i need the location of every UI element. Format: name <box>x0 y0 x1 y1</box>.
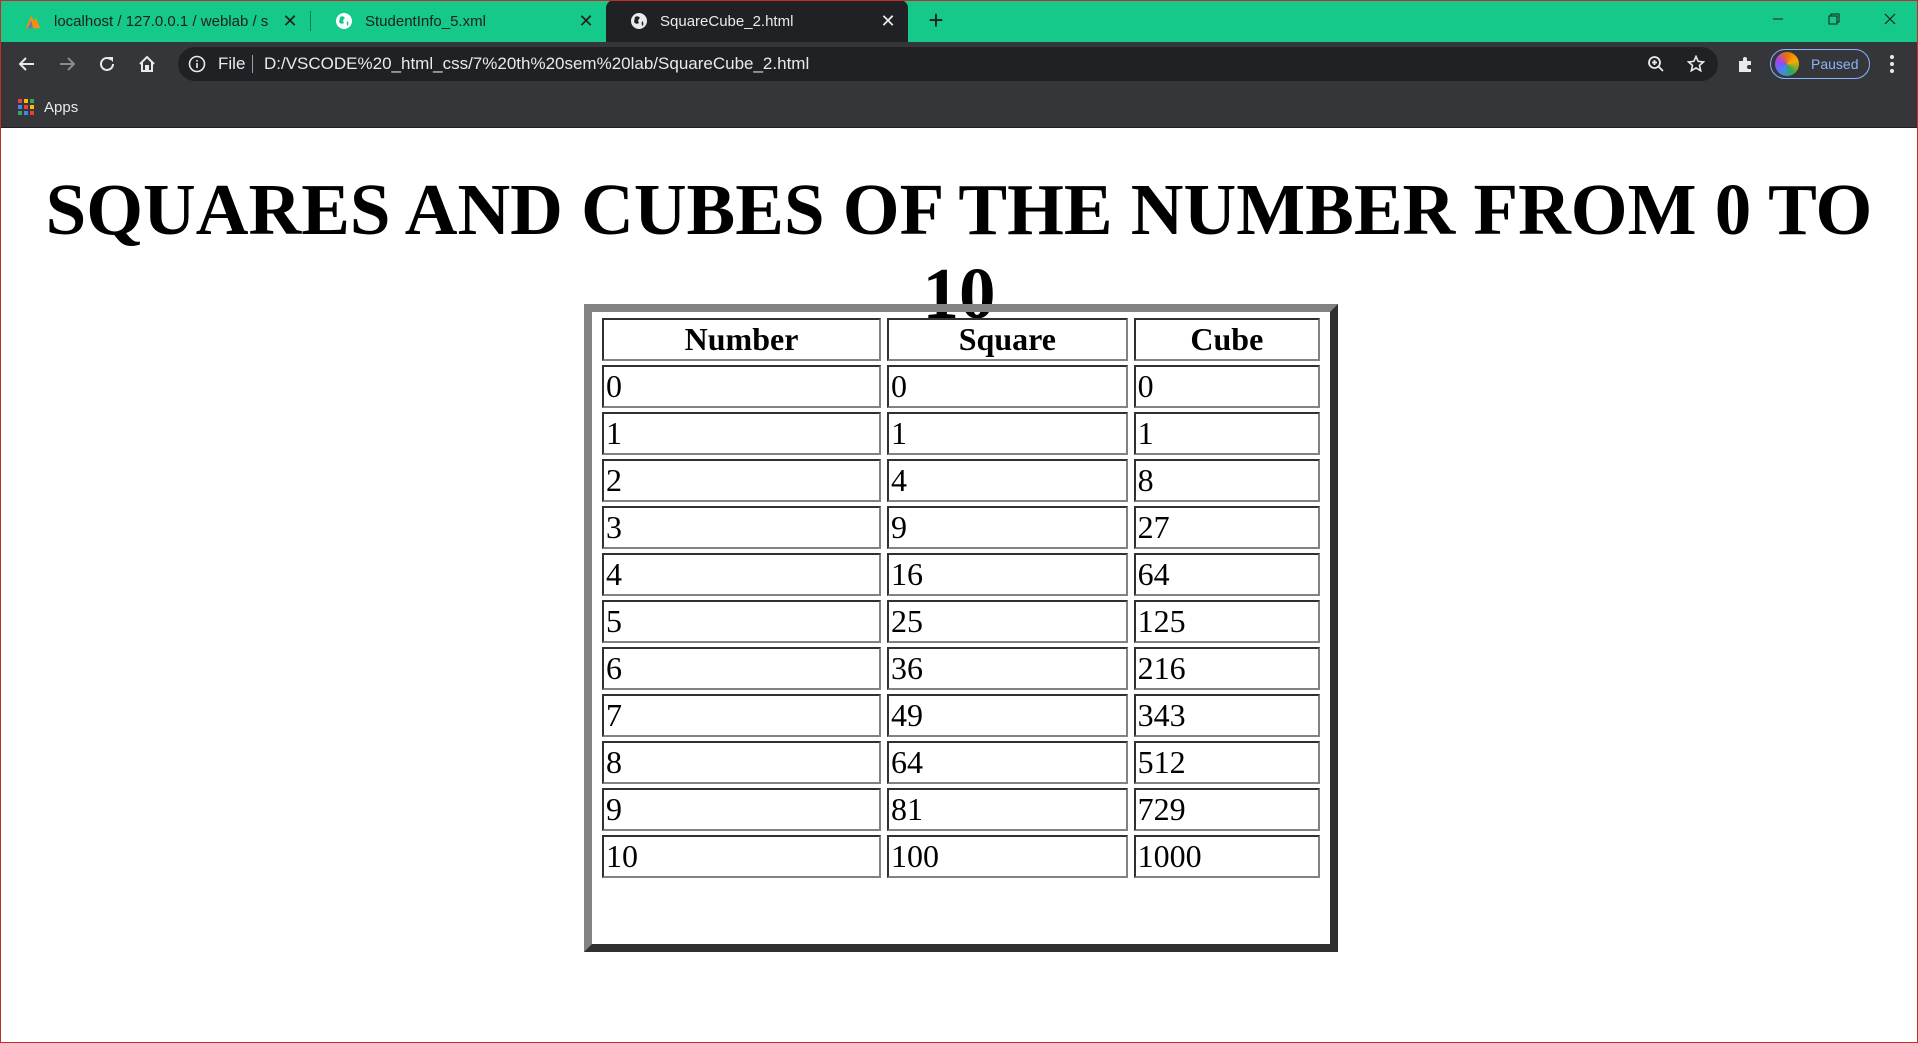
bookmark-star-icon[interactable] <box>1684 52 1708 76</box>
apps-shortcut[interactable]: Apps <box>18 95 78 119</box>
cell-number: 0 <box>602 365 882 408</box>
cell-number: 4 <box>602 553 882 596</box>
globe-icon <box>335 12 353 30</box>
close-tab-icon[interactable]: ✕ <box>576 11 596 31</box>
table-row: 111 <box>602 412 1320 455</box>
profile-status: Paused <box>1811 56 1859 72</box>
zoom-icon[interactable] <box>1644 52 1668 76</box>
tab-title: StudentInfo_5.xml <box>365 12 486 30</box>
table-row: 5 25 125 <box>602 600 1320 643</box>
url-text[interactable]: D:/VSCODE%20_html_css/7%20th%20sem%20lab… <box>264 47 809 81</box>
restore-button[interactable] <box>1806 0 1862 38</box>
cell-cube: 729 <box>1133 788 1320 831</box>
cell-number: 6 <box>602 647 882 690</box>
tab-studentinfo[interactable]: StudentInfo_5.xml ✕ <box>311 0 606 42</box>
menu-icon[interactable] <box>1882 48 1902 80</box>
cell-cube: 8 <box>1133 459 1320 502</box>
cell-cube: 216 <box>1133 647 1320 690</box>
table-row: 8 64 512 <box>602 741 1320 784</box>
tab-phpmyadmin[interactable]: localhost / 127.0.0.1 / weblab / s ✕ <box>0 0 310 42</box>
cell-square: 25 <box>887 600 1128 643</box>
cell-square: 100 <box>887 835 1128 878</box>
column-header-cube: Cube <box>1133 318 1320 361</box>
cell-number: 5 <box>602 600 882 643</box>
column-header-number: Number <box>602 318 882 361</box>
new-tab-button[interactable]: + <box>922 7 950 34</box>
cell-cube: 125 <box>1133 600 1320 643</box>
puzzle-icon <box>1739 57 1751 72</box>
squares-cubes-table: Number Square Cube 000 111 248 3 9 27 4 16 6… <box>584 304 1338 952</box>
globe-icon <box>630 12 648 30</box>
cell-square: 36 <box>887 647 1128 690</box>
scheme-label: File <box>218 54 246 73</box>
cell-number: 7 <box>602 694 882 737</box>
cell-cube: 512 <box>1133 741 1320 784</box>
reload-button[interactable] <box>91 48 123 80</box>
cell-number: 9 <box>602 788 882 831</box>
apps-grid-icon <box>18 99 34 115</box>
cell-cube: 1 <box>1133 412 1320 455</box>
address-divider <box>252 55 253 73</box>
extensions-button[interactable] <box>1730 48 1762 80</box>
minimize-button[interactable] <box>1750 0 1806 38</box>
table-row: 000 <box>602 365 1320 408</box>
cell-number: 3 <box>602 506 882 549</box>
address-bar[interactable]: File D:/VSCODE%20_html_css/7%20th%20sem%… <box>178 47 1718 81</box>
avatar <box>1775 52 1799 76</box>
profile-button[interactable]: Paused <box>1770 49 1870 79</box>
cell-number: 10 <box>602 835 882 878</box>
cell-square: 64 <box>887 741 1128 784</box>
back-button[interactable] <box>11 48 43 80</box>
browser-toolbar: File D:/VSCODE%20_html_css/7%20th%20sem%… <box>0 42 1918 86</box>
forward-arrow-icon <box>60 57 76 71</box>
table-row: 4 16 64 <box>602 553 1320 596</box>
cell-square: 9 <box>887 506 1128 549</box>
tab-title: localhost / 127.0.0.1 / weblab / s <box>54 12 269 30</box>
table-row: 7 49 343 <box>602 694 1320 737</box>
cell-square: 16 <box>887 553 1128 596</box>
apps-label: Apps <box>44 98 79 116</box>
home-icon <box>139 55 155 72</box>
close-tab-icon[interactable]: ✕ <box>878 11 898 31</box>
tab-title: SquareCube_2.html <box>660 12 794 30</box>
cell-cube: 64 <box>1133 553 1320 596</box>
page-content: SQUARES AND CUBES OF THE NUMBER FROM 0 T… <box>1 128 1917 1041</box>
table-row: 6 36 216 <box>602 647 1320 690</box>
table-row: 248 <box>602 459 1320 502</box>
cell-square: 4 <box>887 459 1128 502</box>
cell-cube: 343 <box>1133 694 1320 737</box>
table-header-row: Number Square Cube <box>602 318 1320 361</box>
reload-icon <box>100 56 114 71</box>
tab-squarecube[interactable]: SquareCube_2.html ✕ <box>606 0 908 42</box>
table-row: 9 81 729 <box>602 788 1320 831</box>
back-arrow-icon <box>18 57 34 71</box>
home-button[interactable] <box>131 48 163 80</box>
column-header-square: Square <box>887 318 1128 361</box>
cell-cube: 0 <box>1133 365 1320 408</box>
cell-square: 81 <box>887 788 1128 831</box>
info-icon[interactable] <box>186 53 208 75</box>
cell-square: 1 <box>887 412 1128 455</box>
forward-button[interactable] <box>51 48 83 80</box>
data-table: Number Square Cube 000 111 248 3 9 27 4 16 6… <box>596 314 1326 882</box>
phpmyadmin-icon <box>24 12 42 30</box>
cell-square: 49 <box>887 694 1128 737</box>
cell-cube: 27 <box>1133 506 1320 549</box>
cell-number: 2 <box>602 459 882 502</box>
bookmarks-bar: Apps <box>0 86 1918 128</box>
cell-number: 1 <box>602 412 882 455</box>
cell-square: 0 <box>887 365 1128 408</box>
table-row: 10 100 1000 <box>602 835 1320 878</box>
table-row: 3 9 27 <box>602 506 1320 549</box>
close-window-button[interactable] <box>1862 0 1918 38</box>
close-tab-icon[interactable]: ✕ <box>280 11 300 31</box>
tab-strip: localhost / 127.0.0.1 / weblab / s ✕ Stu… <box>0 0 1918 42</box>
cell-cube: 1000 <box>1133 835 1320 878</box>
cell-number: 8 <box>602 741 882 784</box>
